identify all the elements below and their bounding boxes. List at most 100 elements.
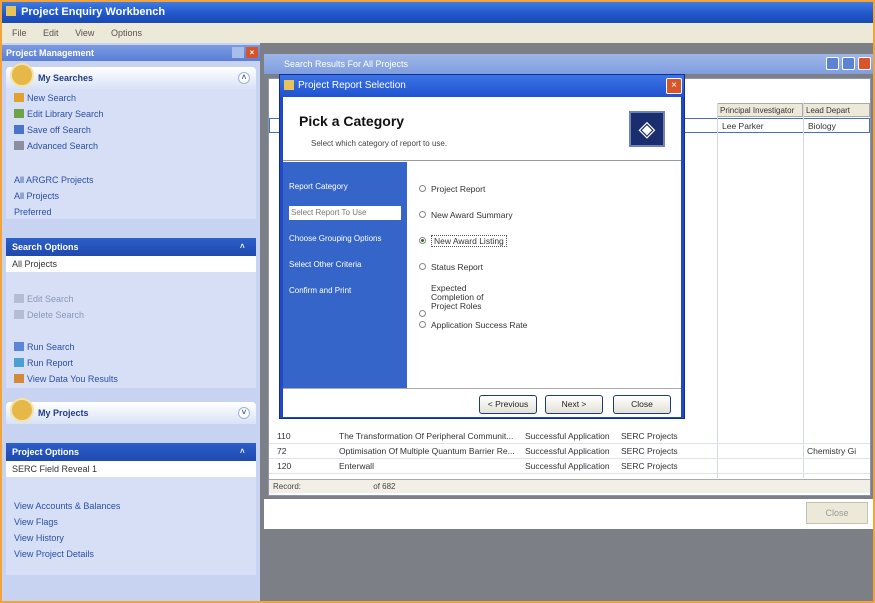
- search-options-header[interactable]: Search Options ˄: [6, 238, 256, 256]
- selected-project-label: SERC Field Reveal 1: [12, 464, 98, 474]
- option-application-success-rate[interactable]: Application Success Rate: [419, 320, 527, 330]
- cell-status: Successful Application: [525, 446, 610, 456]
- cell-id: 110: [277, 431, 291, 441]
- project-options-header[interactable]: Project Options ˄: [6, 443, 256, 461]
- option-expected-completion[interactable]: Expected Completion of Project Roles: [419, 284, 511, 317]
- radio-button[interactable]: [419, 321, 426, 328]
- panel-header: Project Management ×: [2, 45, 260, 61]
- previous-button[interactable]: < Previous: [479, 395, 537, 414]
- selected-search[interactable]: All Projects: [6, 256, 256, 272]
- option-project-report[interactable]: Project Report: [419, 184, 485, 194]
- chevron-up-icon[interactable]: ˄: [240, 242, 250, 252]
- option-new-award-listing[interactable]: New Award Listing: [419, 235, 507, 247]
- link-label: Save off Search: [27, 125, 91, 135]
- delete-icon: [14, 310, 24, 319]
- radio-button[interactable]: [419, 185, 426, 192]
- project-options-body: View Accounts & Balances View Flags View…: [6, 477, 256, 575]
- option-new-award-summary[interactable]: New Award Summary: [419, 210, 513, 220]
- menu-options[interactable]: Options: [111, 28, 142, 38]
- option-status-report[interactable]: Status Report: [419, 262, 483, 272]
- table-row[interactable]: 110 The Transformation Of Peripheral Com…: [269, 429, 870, 444]
- link-label: New Search: [27, 93, 77, 103]
- menu-file[interactable]: File: [12, 28, 27, 38]
- chevron-up-icon[interactable]: ˄: [240, 447, 250, 457]
- link-label: Edit Library Search: [27, 109, 104, 119]
- minimize-icon[interactable]: [826, 57, 839, 70]
- close-button[interactable]: Close: [806, 502, 868, 524]
- folder-icon: [10, 398, 34, 422]
- view-accounts-link[interactable]: View Accounts & Balances: [14, 501, 120, 511]
- app-icon: [6, 6, 16, 16]
- dialog-title-bar: Project Report Selection ×: [280, 75, 684, 97]
- run-search-link[interactable]: Run Search: [14, 342, 75, 352]
- view-results-link[interactable]: View Data You Results: [14, 374, 118, 384]
- wizard-subheading: Select which category of report to use.: [311, 139, 448, 148]
- cell-id: 72: [277, 446, 287, 456]
- chevron-up-icon[interactable]: ˄: [238, 72, 250, 84]
- title-bar: Project Enquiry Workbench: [2, 2, 873, 23]
- column-header-dept[interactable]: Lead Depart: [803, 103, 870, 117]
- report-options: Project Report New Award Summary New Awa…: [407, 162, 681, 388]
- menu-view[interactable]: View: [75, 28, 94, 38]
- save-icon: [14, 125, 24, 134]
- edit-icon: [14, 109, 24, 118]
- dialog-close-button[interactable]: Close: [613, 395, 671, 414]
- cell-dept: Chemistry Gi: [807, 446, 857, 456]
- advanced-search-link[interactable]: Advanced Search: [14, 141, 98, 151]
- cell-category: SERC Projects: [621, 461, 678, 471]
- close-icon[interactable]: ×: [246, 47, 258, 58]
- saved-query-argrc[interactable]: All ARGRC Projects: [14, 175, 94, 185]
- grid-line: [803, 103, 804, 478]
- my-searches-header[interactable]: My Searches ˄: [6, 63, 256, 89]
- delete-search-link[interactable]: Delete Search: [14, 310, 84, 320]
- saved-query-all-projects[interactable]: All Projects: [14, 191, 59, 201]
- option-label: Application Success Rate: [431, 320, 528, 330]
- new-search-icon: [14, 93, 24, 102]
- link-label: View Project Details: [14, 549, 94, 559]
- chevron-down-icon[interactable]: ˅: [238, 407, 250, 419]
- column-header-pi[interactable]: Principal Investigator: [717, 103, 803, 117]
- save-off-search-link[interactable]: Save off Search: [14, 125, 91, 135]
- option-label: Project Report: [431, 184, 486, 194]
- results-footer: [264, 499, 873, 529]
- my-searches-title: My Searches: [38, 73, 94, 83]
- selected-search-label: All Projects: [12, 259, 58, 269]
- wizard-steps: Report Category Select Report To Use Cho…: [283, 162, 407, 388]
- view-flags-link[interactable]: View Flags: [14, 517, 58, 527]
- link-label: View History: [14, 533, 64, 543]
- view-project-details-link[interactable]: View Project Details: [14, 549, 94, 559]
- wizard-logo-icon: ◈: [629, 111, 665, 147]
- edit-library-search-link[interactable]: Edit Library Search: [14, 109, 104, 119]
- radio-button[interactable]: [419, 310, 426, 317]
- close-icon[interactable]: [858, 57, 871, 70]
- new-search-link[interactable]: New Search: [14, 93, 76, 103]
- edit-search-link[interactable]: Edit Search: [14, 294, 74, 304]
- cell-category: SERC Projects: [621, 431, 678, 441]
- record-label: Record:: [273, 482, 302, 491]
- left-panel: Project Management × My Searches ˄ New S…: [2, 43, 260, 601]
- wizard-header: Pick a Category Select which category of…: [283, 97, 681, 161]
- selected-project[interactable]: SERC Field Reveal 1: [6, 461, 256, 477]
- saved-query-preferred[interactable]: Preferred: [14, 207, 52, 217]
- view-history-link[interactable]: View History: [14, 533, 64, 543]
- run-report-link[interactable]: Run Report: [14, 358, 73, 368]
- maximize-icon[interactable]: [842, 57, 855, 70]
- radio-button[interactable]: [419, 263, 426, 270]
- pin-icon[interactable]: [232, 47, 244, 58]
- menu-bar: File Edit View Options: [2, 23, 873, 43]
- menu-edit[interactable]: Edit: [43, 28, 59, 38]
- next-button[interactable]: Next >: [545, 395, 603, 414]
- my-projects-header[interactable]: My Projects ˅: [6, 398, 256, 424]
- radio-button-selected[interactable]: [419, 237, 426, 244]
- link-label: Edit Search: [27, 294, 74, 304]
- close-icon[interactable]: ×: [666, 78, 682, 94]
- panel-header-label: Project Management: [6, 48, 95, 58]
- table-row[interactable]: 120 Enterwall Successful Application SER…: [269, 459, 870, 474]
- link-label: View Accounts & Balances: [14, 501, 121, 511]
- results-title: Search Results For All Projects: [284, 59, 409, 69]
- link-label: Run Search: [27, 342, 75, 352]
- radio-button[interactable]: [419, 211, 426, 218]
- table-row[interactable]: 72 Optimisation Of Multiple Quantum Barr…: [269, 444, 870, 459]
- link-label: Run Report: [27, 358, 74, 368]
- link-label: All Projects: [14, 191, 60, 201]
